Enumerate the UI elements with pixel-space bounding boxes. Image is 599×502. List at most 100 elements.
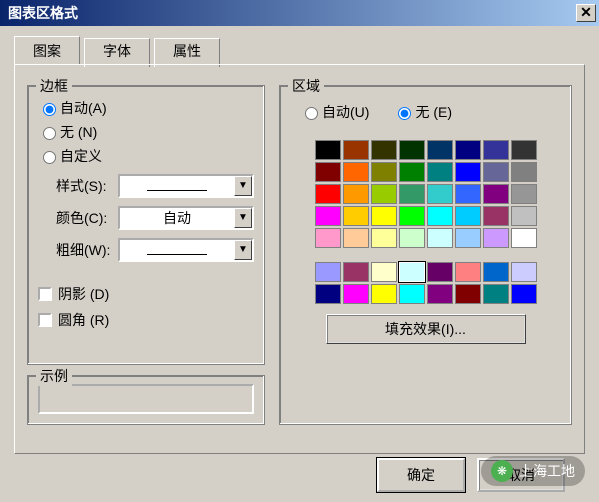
watermark: ❋ 上海工地 xyxy=(481,456,585,486)
color-swatch[interactable] xyxy=(455,184,481,204)
color-swatch[interactable] xyxy=(399,284,425,304)
color-swatch[interactable] xyxy=(315,162,341,182)
ok-button[interactable]: 确定 xyxy=(377,458,465,492)
color-swatch[interactable] xyxy=(399,140,425,160)
tab-panel: 边框 自动(A) 无 (N) 自定义 样式(S): ▼ 颜色(C): 自动▼ 粗… xyxy=(14,64,585,454)
color-swatch[interactable] xyxy=(343,140,369,160)
area-group: 区域 自动(U) 无 (E) 填充效果(I)... xyxy=(279,85,572,425)
color-swatch[interactable] xyxy=(343,162,369,182)
color-swatch[interactable] xyxy=(399,162,425,182)
color-swatch[interactable] xyxy=(399,184,425,204)
border-group: 边框 自动(A) 无 (N) 自定义 样式(S): ▼ 颜色(C): 自动▼ 粗… xyxy=(27,85,265,365)
color-swatch[interactable] xyxy=(511,162,537,182)
border-auto-radio[interactable] xyxy=(43,103,56,116)
area-none-label: 无 (E) xyxy=(415,102,452,122)
color-swatch[interactable] xyxy=(343,262,369,282)
tab-font[interactable]: 字体 xyxy=(84,38,150,67)
color-combo[interactable]: 自动▼ xyxy=(118,206,254,230)
color-swatch[interactable] xyxy=(315,140,341,160)
round-checkbox[interactable] xyxy=(38,313,52,327)
color-value: 自动 xyxy=(120,208,234,228)
color-swatch[interactable] xyxy=(455,284,481,304)
example-preview xyxy=(38,384,254,414)
color-swatch[interactable] xyxy=(371,162,397,182)
title-bar: 图表区格式 ✕ xyxy=(0,0,599,26)
border-custom-label: 自定义 xyxy=(60,146,102,166)
round-label: 圆角 (R) xyxy=(58,310,109,330)
dropdown-icon[interactable]: ▼ xyxy=(234,240,252,260)
color-swatch[interactable] xyxy=(399,262,425,282)
tab-pattern[interactable]: 图案 xyxy=(14,36,80,65)
color-swatch[interactable] xyxy=(371,228,397,248)
dropdown-icon[interactable]: ▼ xyxy=(234,208,252,228)
color-swatch[interactable] xyxy=(343,184,369,204)
color-swatch[interactable] xyxy=(455,262,481,282)
color-swatch[interactable] xyxy=(483,262,509,282)
tab-strip: 图案 字体 属性 xyxy=(14,36,585,65)
area-auto-label: 自动(U) xyxy=(322,102,369,122)
color-palette-extra xyxy=(315,262,537,304)
color-swatch[interactable] xyxy=(483,284,509,304)
color-swatch[interactable] xyxy=(483,184,509,204)
color-swatch[interactable] xyxy=(315,228,341,248)
color-swatch[interactable] xyxy=(343,206,369,226)
weight-label: 粗细(W): xyxy=(38,240,118,260)
color-swatch[interactable] xyxy=(315,206,341,226)
color-swatch[interactable] xyxy=(483,162,509,182)
color-swatch[interactable] xyxy=(343,228,369,248)
color-swatch[interactable] xyxy=(511,184,537,204)
area-none-radio[interactable] xyxy=(398,107,411,120)
watermark-text: 上海工地 xyxy=(519,461,575,481)
color-swatch[interactable] xyxy=(511,262,537,282)
wechat-icon: ❋ xyxy=(491,460,513,482)
color-swatch[interactable] xyxy=(511,206,537,226)
color-swatch[interactable] xyxy=(399,228,425,248)
fill-effects-button[interactable]: 填充效果(I)... xyxy=(326,314,526,344)
color-swatch[interactable] xyxy=(343,284,369,304)
border-none-label: 无 (N) xyxy=(60,122,97,142)
example-group: 示例 xyxy=(27,375,265,425)
color-swatch[interactable] xyxy=(455,140,481,160)
color-swatch[interactable] xyxy=(371,284,397,304)
area-legend: 区域 xyxy=(288,76,324,96)
color-label: 颜色(C): xyxy=(38,208,118,228)
color-swatch[interactable] xyxy=(371,262,397,282)
shadow-checkbox[interactable] xyxy=(38,287,52,301)
color-swatch[interactable] xyxy=(427,284,453,304)
color-swatch[interactable] xyxy=(483,206,509,226)
color-swatch[interactable] xyxy=(483,228,509,248)
color-swatch[interactable] xyxy=(511,228,537,248)
color-swatch[interactable] xyxy=(455,162,481,182)
close-button[interactable]: ✕ xyxy=(576,4,596,22)
color-swatch[interactable] xyxy=(427,206,453,226)
color-swatch[interactable] xyxy=(399,206,425,226)
border-none-radio[interactable] xyxy=(43,127,56,140)
color-swatch[interactable] xyxy=(427,140,453,160)
color-swatch[interactable] xyxy=(511,140,537,160)
color-swatch[interactable] xyxy=(427,162,453,182)
color-swatch[interactable] xyxy=(371,184,397,204)
style-combo[interactable]: ▼ xyxy=(118,174,254,198)
shadow-label: 阴影 (D) xyxy=(58,284,109,304)
color-palette-main xyxy=(315,140,537,248)
color-swatch[interactable] xyxy=(427,184,453,204)
color-swatch[interactable] xyxy=(427,262,453,282)
color-swatch[interactable] xyxy=(315,184,341,204)
dropdown-icon[interactable]: ▼ xyxy=(234,176,252,196)
color-swatch[interactable] xyxy=(511,284,537,304)
color-swatch[interactable] xyxy=(427,228,453,248)
color-swatch[interactable] xyxy=(315,284,341,304)
border-custom-radio[interactable] xyxy=(43,151,56,164)
area-auto-radio[interactable] xyxy=(305,107,318,120)
color-swatch[interactable] xyxy=(315,262,341,282)
color-swatch[interactable] xyxy=(455,206,481,226)
weight-combo[interactable]: ▼ xyxy=(118,238,254,262)
example-legend: 示例 xyxy=(36,366,72,386)
style-label: 样式(S): xyxy=(38,176,118,196)
color-swatch[interactable] xyxy=(371,140,397,160)
color-swatch[interactable] xyxy=(455,228,481,248)
color-swatch[interactable] xyxy=(371,206,397,226)
color-swatch[interactable] xyxy=(483,140,509,160)
border-legend: 边框 xyxy=(36,76,72,96)
tab-attributes[interactable]: 属性 xyxy=(154,38,220,67)
